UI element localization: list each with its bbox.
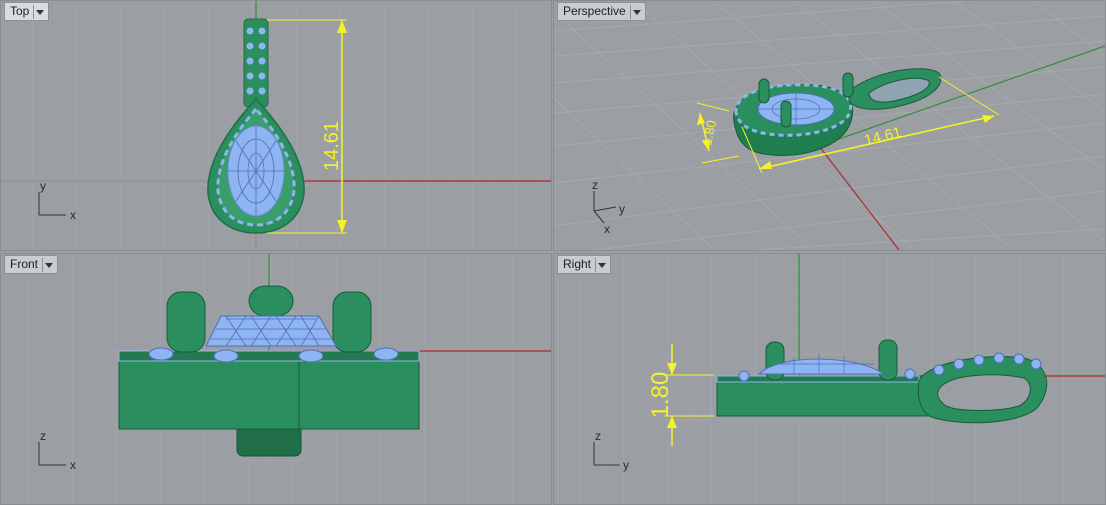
right-canvas[interactable]: 1.80 z y	[554, 254, 1105, 504]
viewport-right[interactable]: 1.80 z y Right	[553, 253, 1106, 505]
top-canvas[interactable]: 14.61 y x	[1, 1, 551, 250]
viewport-label-front[interactable]: Front	[4, 255, 59, 274]
viewport-label-perspective[interactable]: Perspective	[557, 2, 646, 21]
perspective-canvas[interactable]: 14.61 1.80 z y x	[554, 1, 1105, 250]
svg-text:y: y	[619, 202, 625, 216]
viewport-front[interactable]: z x Front	[0, 253, 552, 505]
viewport-label-top[interactable]: Top	[4, 2, 50, 21]
front-canvas[interactable]: z x	[1, 254, 551, 504]
svg-text:y: y	[623, 458, 629, 472]
chevron-down-icon[interactable]	[33, 4, 45, 19]
viewport-top[interactable]: 14.61 y x Top	[0, 0, 552, 251]
svg-text:z: z	[595, 429, 601, 443]
viewport-label-right[interactable]: Right	[557, 255, 612, 274]
svg-text:x: x	[604, 222, 610, 236]
chevron-down-icon[interactable]	[595, 257, 607, 272]
chevron-down-icon[interactable]	[42, 257, 54, 272]
viewport-perspective[interactable]: 14.61 1.80 z y x Perspective	[553, 0, 1106, 251]
svg-text:y: y	[40, 179, 46, 193]
svg-text:x: x	[70, 208, 76, 222]
pendant-bail	[243, 18, 269, 108]
chevron-down-icon[interactable]	[629, 4, 641, 19]
svg-text:z: z	[592, 178, 598, 192]
svg-text:x: x	[70, 458, 76, 472]
dimension-label: 14.61	[321, 121, 343, 171]
dimension-label: 1.80	[647, 372, 674, 419]
svg-text:z: z	[40, 429, 46, 443]
